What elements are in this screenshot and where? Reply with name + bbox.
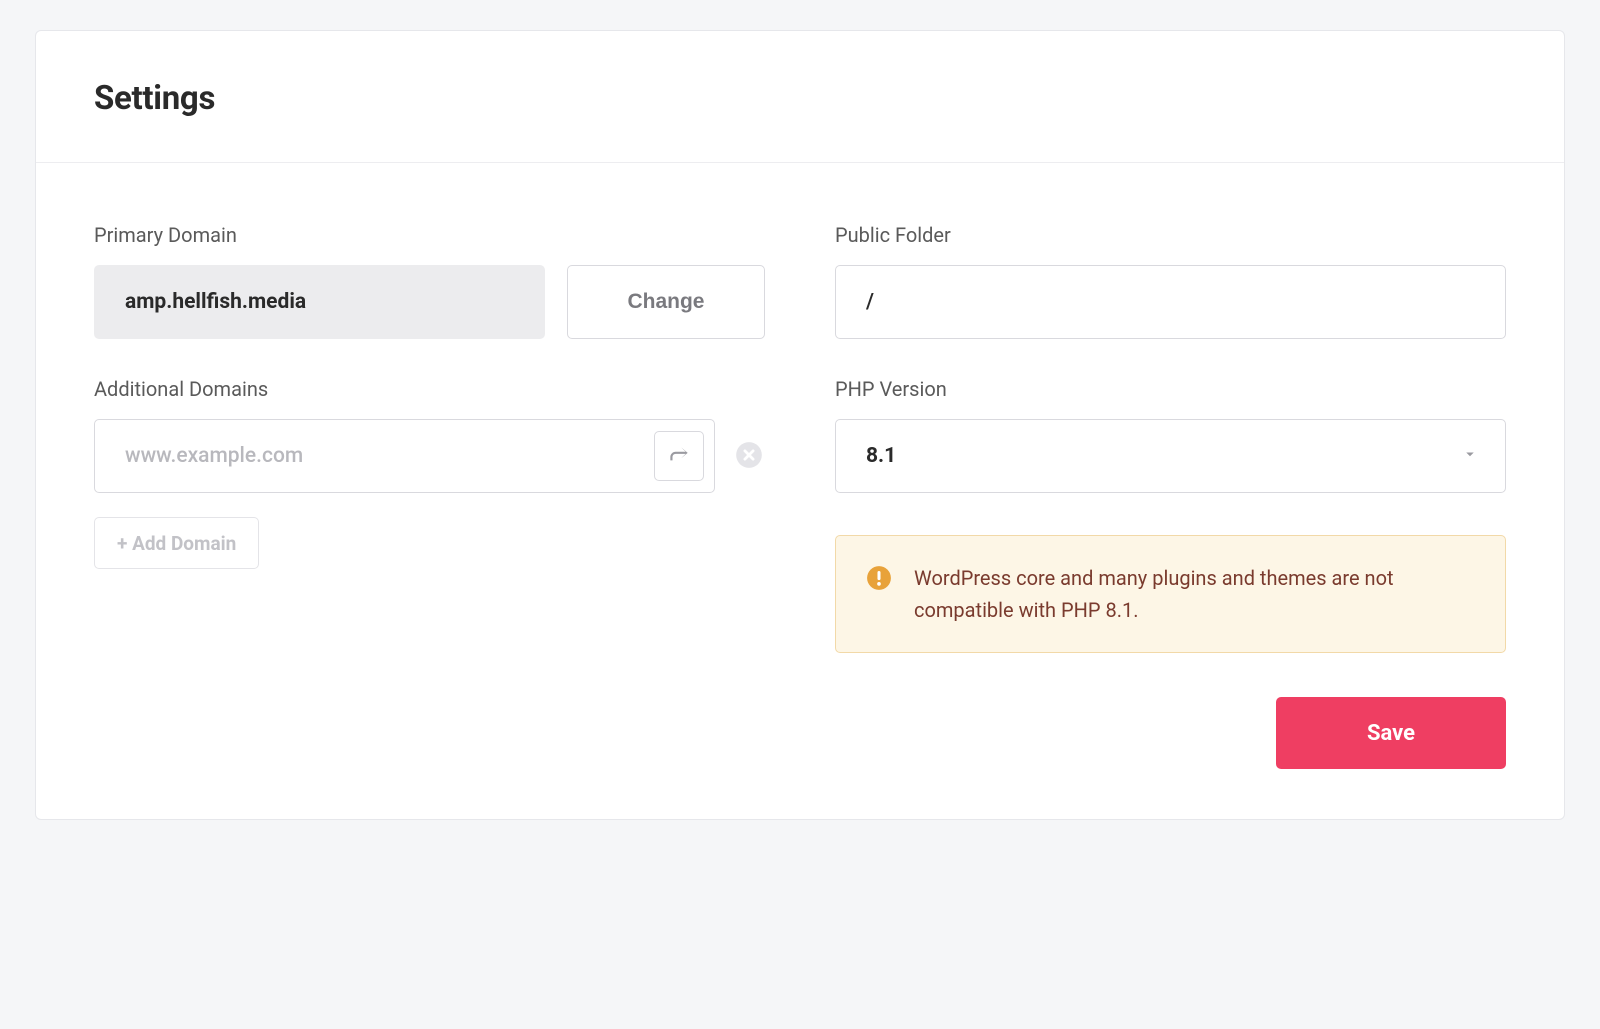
- chevron-down-icon: [1461, 445, 1479, 467]
- public-folder-field: Public Folder: [835, 223, 1506, 339]
- primary-domain-field: Primary Domain amp.hellfish.media Change: [94, 223, 765, 339]
- redirect-icon: [666, 442, 692, 471]
- additional-domains-field: Additional Domains: [94, 377, 765, 569]
- card-header: Settings: [36, 31, 1564, 163]
- primary-domain-label: Primary Domain: [94, 223, 765, 247]
- primary-domain-value: amp.hellfish.media: [94, 265, 545, 339]
- page-title: Settings: [94, 79, 1506, 118]
- php-warning-text: WordPress core and many plugins and them…: [914, 562, 1475, 626]
- close-circle-icon: [735, 441, 763, 472]
- public-folder-input[interactable]: [835, 265, 1506, 339]
- public-folder-label: Public Folder: [835, 223, 1506, 247]
- additional-domain-row: [94, 419, 715, 493]
- php-version-field: PHP Version 8.1: [835, 377, 1506, 493]
- additional-domains-label: Additional Domains: [94, 377, 765, 401]
- change-domain-button[interactable]: Change: [567, 265, 765, 339]
- php-version-select[interactable]: 8.1: [835, 419, 1506, 493]
- php-version-label: PHP Version: [835, 377, 1506, 401]
- redirect-button[interactable]: [654, 431, 704, 481]
- card-body: Primary Domain amp.hellfish.media Change…: [36, 163, 1564, 819]
- php-warning-alert: WordPress core and many plugins and them…: [835, 535, 1506, 653]
- right-column: Public Folder PHP Version 8.1: [835, 223, 1506, 653]
- remove-domain-button[interactable]: [733, 440, 765, 472]
- settings-card: Settings Primary Domain amp.hellfish.med…: [35, 30, 1565, 820]
- php-version-value: 8.1: [866, 444, 896, 468]
- add-domain-button[interactable]: + Add Domain: [94, 517, 259, 569]
- warning-icon: [866, 565, 892, 591]
- left-column: Primary Domain amp.hellfish.media Change…: [94, 223, 765, 653]
- actions-row: Save: [94, 697, 1506, 769]
- save-button[interactable]: Save: [1276, 697, 1506, 769]
- additional-domain-input[interactable]: [125, 420, 642, 492]
